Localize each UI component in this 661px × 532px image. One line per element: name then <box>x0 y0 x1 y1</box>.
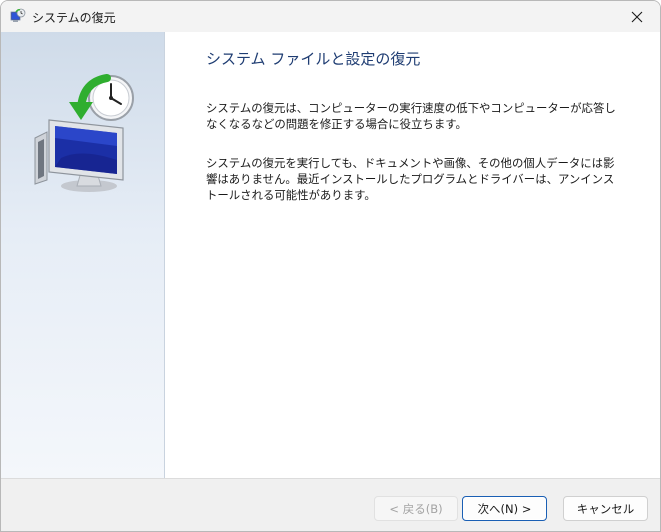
system-restore-window: システムの復元 システム ファイルと設定の復元 システムの復元は、コンピューター… <box>0 0 661 532</box>
side-banner <box>1 32 165 478</box>
description-paragraph-1: システムの復元は、コンピューターの実行速度の低下やコンピューターが応答しなくなる… <box>206 101 616 131</box>
close-button[interactable] <box>614 1 660 32</box>
description-paragraph-2: システムの復元を実行しても、ドキュメントや画像、その他の個人データには影響はあり… <box>206 156 615 202</box>
system-restore-icon <box>10 8 26 22</box>
window-title: システムの復元 <box>32 11 116 25</box>
system-restore-computer-icon <box>34 74 134 192</box>
next-button[interactable]: 次へ(N) > <box>462 496 547 521</box>
page-title: システム ファイルと設定の復元 <box>206 50 421 68</box>
back-button[interactable]: < 戻る(B) <box>374 496 458 521</box>
close-icon <box>631 11 643 22</box>
button-bar: < 戻る(B) 次へ(N) > キャンセル <box>1 478 660 531</box>
cancel-button[interactable]: キャンセル <box>563 496 648 521</box>
title-bar: システムの復元 <box>1 1 660 32</box>
